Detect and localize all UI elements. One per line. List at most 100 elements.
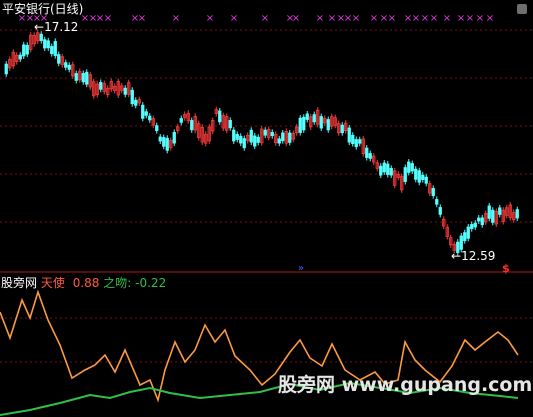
candle-body [354,139,358,148]
candle-body [144,111,148,116]
signal-marker: × [352,13,360,24]
candle-body [368,153,372,159]
low-price-value: 12.59 [461,249,496,263]
candle-body [263,129,267,136]
series-a-value: 0.88 [72,276,100,290]
indicator-legend: 股旁网 天使: 0.88 之吻: -0.22 [1,276,167,290]
candle-body [67,64,71,70]
signal-marker: × [292,13,300,24]
chart-canvas: × ××× × ×× × ×× × × × × ×× × × ×× × × × × × × × × × × × × ×» $ [0,13,533,416]
signal-marker: × [476,13,484,24]
signal-marker: × [421,13,429,24]
signal-marker: × [412,13,420,24]
high-price-value: 17.12 [44,20,79,34]
signal-marker: × [370,13,378,24]
candle-body [305,113,309,120]
signal-marker: × [457,13,465,24]
candle-body [351,134,355,144]
candle-body [435,199,439,205]
candle-body [312,114,316,123]
candle-body [190,120,194,131]
candle-body [319,116,323,129]
candle-body [347,127,351,143]
candle-body [466,226,470,239]
candle-body [25,44,29,55]
candle-body [473,222,477,228]
candle-body [57,54,61,64]
candle-body [130,89,134,105]
candle-body [463,232,467,242]
candle-body [53,41,57,56]
signal-marker: × [206,13,214,24]
signal-marker: × [430,13,438,24]
candle-body [389,167,393,176]
series-a-label: 天使 [40,276,65,290]
candle-body [459,235,463,250]
candle-body [4,63,8,75]
candle-body [386,163,390,175]
candle-body [18,54,22,60]
candle-body [256,136,260,143]
signal-marker: × [230,13,238,24]
candle-body [424,176,428,184]
candle-body [81,73,85,83]
candle-body [498,207,502,215]
candle-body [158,136,162,142]
candle-body [253,135,257,147]
candle-body [270,131,274,137]
candle-body [155,125,159,131]
candle-body [50,46,54,55]
candle-body [288,132,292,143]
series-b-value: -0.22 [135,276,167,290]
signal-marker: × [104,13,112,24]
signal-marker: × [172,13,180,24]
candle-body [249,129,253,143]
candle-body [162,137,166,147]
candle-body [148,115,152,121]
candle-body [480,217,484,226]
candle-body [235,134,239,140]
signal-marker: × [443,13,451,24]
candle-body [43,39,47,49]
candle-body [365,147,369,158]
high-price-label: ←17.12 [34,20,79,34]
candle-body [438,207,442,215]
candle-body [470,224,474,230]
candle-body [491,209,495,223]
indicator-name: 股旁网 [1,276,38,290]
candle-body [85,71,89,85]
signal-marker: × [466,13,474,24]
candle-body [277,138,281,144]
candle-body [281,132,285,142]
candle-body [22,44,26,57]
candle-body [379,165,383,176]
candle-body [417,170,421,183]
watermark: 股旁网 www.gupang.com [278,374,533,396]
candle-body [242,138,246,149]
candle-body [403,167,407,182]
low-price-label: ←12.59 [451,249,496,263]
signal-marker: × [388,13,396,24]
candle-body [407,161,411,173]
candle-body [302,116,306,131]
candle-body [165,137,169,151]
candle-body [421,174,425,180]
candle-body [64,62,68,68]
menu-icon[interactable] [517,4,527,14]
candle-body [99,82,103,90]
candle-body [74,73,78,81]
candle-body [179,118,183,123]
signal-marker: × [486,13,494,24]
signal-marker: × [328,13,336,24]
candle-body [358,139,362,144]
signal-marker: × [261,13,269,24]
signal-marker: × [138,13,146,24]
candle-body [239,135,243,144]
window-title: 平安银行(日线) [2,2,84,16]
candle-body [172,132,176,144]
candle-body [414,168,418,180]
candle-body [477,217,481,222]
series-b-label: 之吻 [103,276,128,290]
candle-body [134,99,138,106]
candle-body [123,87,127,95]
